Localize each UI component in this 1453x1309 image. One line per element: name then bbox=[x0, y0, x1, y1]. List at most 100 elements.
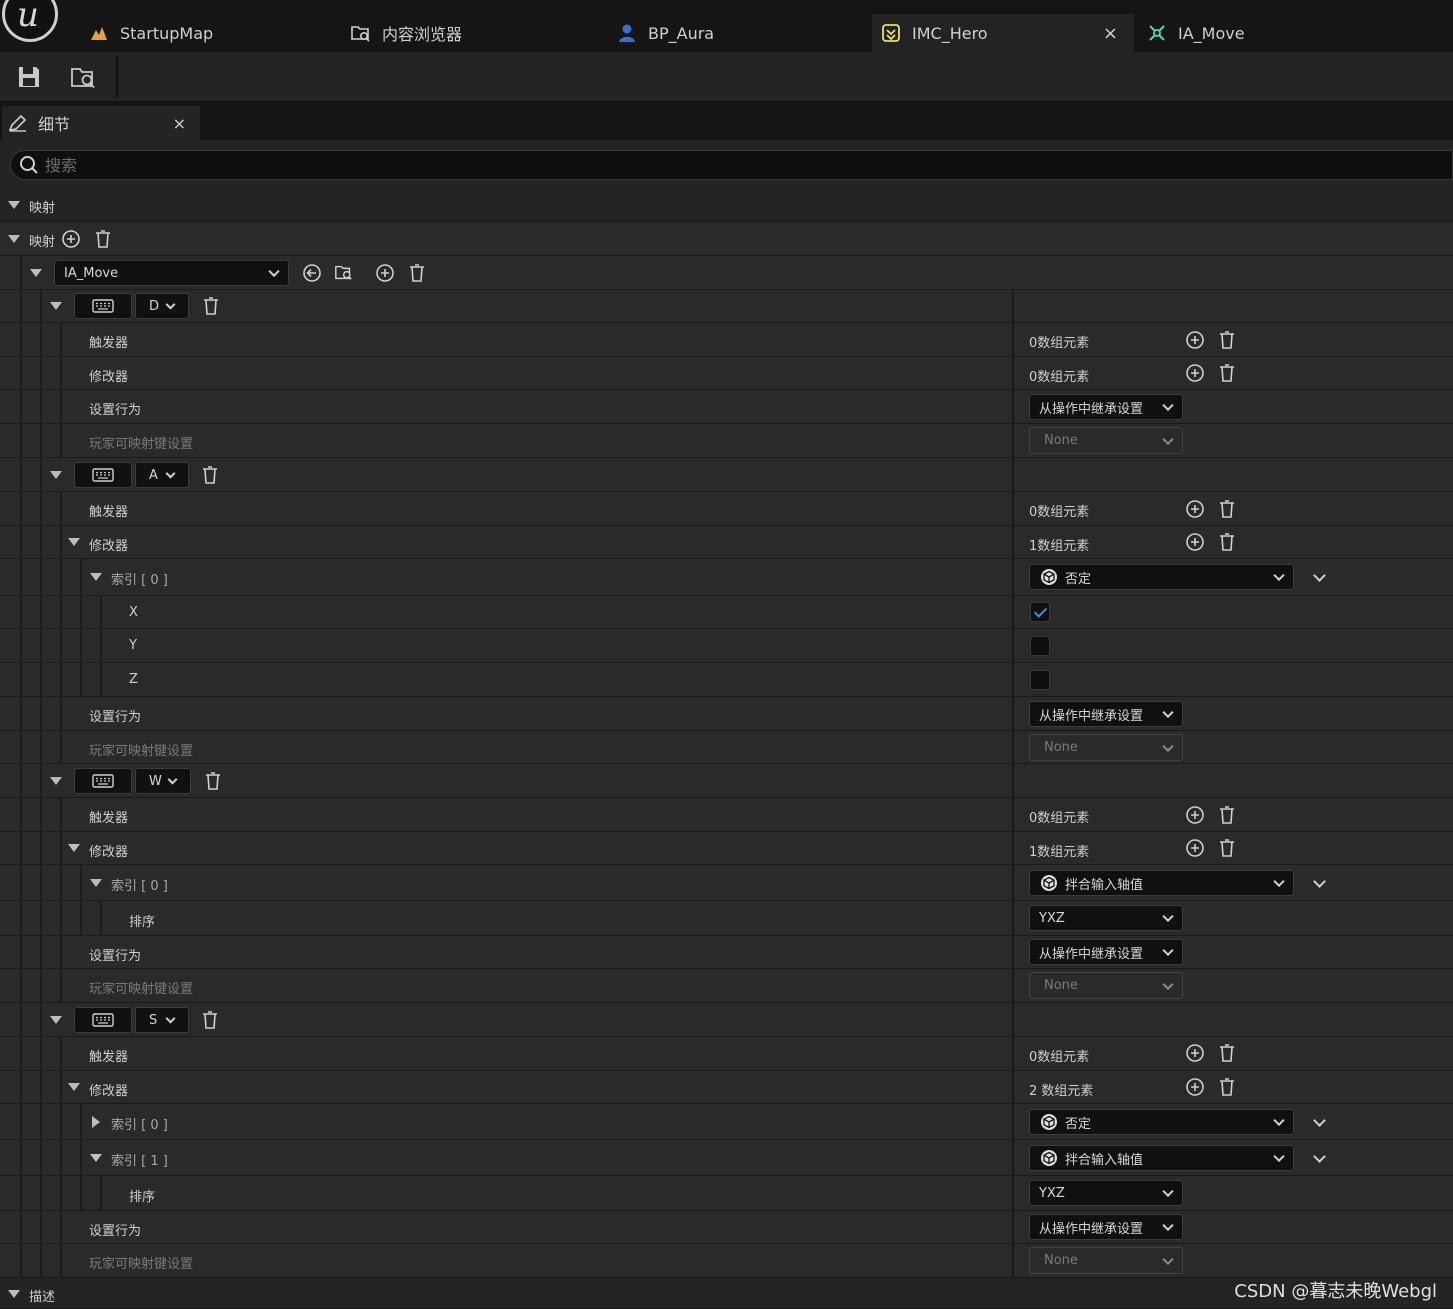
close-panel-icon[interactable]: × bbox=[173, 114, 186, 133]
order-dropdown[interactable]: YXZ bbox=[1029, 905, 1183, 931]
add-element-icon[interactable] bbox=[61, 229, 81, 249]
modifiers-count: 2 数组元素 bbox=[1029, 1084, 1094, 1099]
collapse-arrow-icon[interactable] bbox=[8, 235, 20, 243]
input-action-dropdown[interactable]: IA_Move bbox=[54, 260, 289, 286]
collapse-arrow-icon[interactable] bbox=[68, 844, 80, 852]
delete-all-icon[interactable] bbox=[1217, 1077, 1237, 1097]
search-input[interactable] bbox=[45, 155, 1345, 175]
collapse-arrow-icon[interactable] bbox=[30, 269, 42, 277]
delete-all-icon[interactable] bbox=[93, 229, 113, 249]
collapse-arrow-icon[interactable] bbox=[50, 471, 62, 479]
modifier-index-row: 索引 [ 0 ] 拌合输入轴值 bbox=[0, 865, 1453, 901]
tab-label: BP_Aura bbox=[648, 23, 715, 43]
collapse-arrow-icon[interactable] bbox=[50, 1016, 62, 1024]
mappings-category-header[interactable]: 映射 bbox=[0, 188, 1453, 222]
collapse-arrow-icon[interactable] bbox=[8, 1290, 20, 1298]
delete-action-icon[interactable] bbox=[407, 263, 427, 283]
add-element-icon[interactable] bbox=[1185, 838, 1205, 858]
delete-all-icon[interactable] bbox=[1217, 330, 1237, 350]
close-tab-icon[interactable]: × bbox=[1103, 23, 1118, 44]
key-dropdown[interactable]: S bbox=[135, 1007, 189, 1033]
add-element-icon[interactable] bbox=[1185, 805, 1205, 825]
player-mappable-dropdown: None bbox=[1029, 972, 1183, 999]
add-key-icon[interactable] bbox=[375, 263, 395, 283]
add-element-icon[interactable] bbox=[1185, 1077, 1205, 1097]
axis-x-checkbox[interactable] bbox=[1030, 602, 1050, 622]
modifier-type-dropdown[interactable]: 否定 bbox=[1029, 1109, 1294, 1135]
delete-all-icon[interactable] bbox=[1217, 805, 1237, 825]
delete-all-icon[interactable] bbox=[1217, 532, 1237, 552]
player-mappable-label: 玩家可映射键设置 bbox=[89, 437, 194, 452]
collapse-arrow-icon[interactable] bbox=[8, 201, 20, 209]
tab-startupmap[interactable]: StartupMap bbox=[78, 14, 340, 52]
collapse-arrow-icon[interactable] bbox=[68, 538, 80, 546]
tab-imc-hero[interactable]: IMC_Hero × bbox=[872, 14, 1134, 52]
save-icon[interactable] bbox=[16, 64, 42, 90]
add-element-icon[interactable] bbox=[1185, 1043, 1205, 1063]
expand-options-icon[interactable] bbox=[1313, 569, 1326, 582]
key-mapping-row: S bbox=[0, 1003, 1453, 1037]
keyboard-key-selector[interactable] bbox=[74, 293, 132, 319]
axis-z-checkbox[interactable] bbox=[1030, 670, 1050, 690]
tab-label: StartupMap bbox=[120, 23, 214, 43]
collapse-arrow-icon[interactable] bbox=[68, 1083, 80, 1091]
axis-y-checkbox[interactable] bbox=[1030, 636, 1050, 656]
add-element-icon[interactable] bbox=[1185, 532, 1205, 552]
details-panel-tab[interactable]: 细节 × bbox=[2, 106, 200, 140]
delete-all-icon[interactable] bbox=[1217, 838, 1237, 858]
player-mappable-dropdown: None bbox=[1029, 427, 1183, 454]
key-dropdown[interactable]: A bbox=[135, 462, 189, 488]
browse-asset-icon[interactable] bbox=[334, 262, 354, 282]
delete-mapping-icon[interactable] bbox=[200, 465, 220, 485]
collapse-arrow-icon[interactable] bbox=[90, 573, 102, 581]
expand-options-icon[interactable] bbox=[1313, 1114, 1326, 1127]
expand-arrow-icon[interactable] bbox=[92, 1116, 100, 1128]
expand-options-icon[interactable] bbox=[1313, 1150, 1326, 1163]
settings-behavior-dropdown[interactable]: 从操作中继承设置 bbox=[1029, 701, 1183, 727]
browse-content-icon[interactable] bbox=[70, 64, 96, 90]
expand-options-icon[interactable] bbox=[1313, 875, 1326, 888]
keyboard-key-selector[interactable] bbox=[74, 462, 132, 488]
axis-y-label: Y bbox=[129, 638, 137, 653]
collapse-arrow-icon[interactable] bbox=[50, 777, 62, 785]
dropdown-value: 拌合输入轴值 bbox=[1065, 877, 1144, 893]
delete-mapping-icon[interactable] bbox=[203, 771, 223, 791]
add-element-icon[interactable] bbox=[1185, 499, 1205, 519]
key-dropdown[interactable]: D bbox=[135, 293, 189, 319]
collapse-arrow-icon[interactable] bbox=[90, 1154, 102, 1162]
action-mapping-row: IA_Move bbox=[0, 256, 1453, 290]
delete-mapping-icon[interactable] bbox=[200, 1010, 220, 1030]
settings-behavior-dropdown[interactable]: 从操作中继承设置 bbox=[1029, 939, 1183, 965]
add-element-icon[interactable] bbox=[1185, 330, 1205, 350]
search-row bbox=[0, 140, 1453, 188]
modifier-type-dropdown[interactable]: 拌合输入轴值 bbox=[1029, 870, 1294, 896]
key-dropdown[interactable]: W bbox=[135, 768, 191, 794]
tab-ia-move[interactable]: IA_Move bbox=[1136, 14, 1416, 52]
blueprint-icon bbox=[616, 22, 638, 44]
settings-behavior-dropdown[interactable]: 从操作中继承设置 bbox=[1029, 1214, 1183, 1240]
input-mapping-context-icon bbox=[880, 22, 902, 44]
dropdown-value: 从操作中继承设置 bbox=[1039, 708, 1144, 724]
modifier-type-dropdown[interactable]: 拌合输入轴值 bbox=[1029, 1145, 1294, 1171]
collapse-arrow-icon[interactable] bbox=[90, 879, 102, 887]
settings-behavior-dropdown[interactable]: 从操作中继承设置 bbox=[1029, 394, 1183, 420]
player-mappable-label: 玩家可映射键设置 bbox=[89, 744, 194, 759]
order-dropdown[interactable]: YXZ bbox=[1029, 1180, 1183, 1206]
delete-all-icon[interactable] bbox=[1217, 499, 1237, 519]
tab-content-browser[interactable]: 内容浏览器 bbox=[340, 14, 606, 52]
keyboard-key-selector[interactable] bbox=[74, 1007, 132, 1033]
keyboard-key-selector[interactable] bbox=[74, 768, 132, 794]
modifier-type-dropdown[interactable]: 否定 bbox=[1029, 564, 1294, 590]
use-selected-asset-icon[interactable] bbox=[302, 263, 322, 283]
order-row: 排序 YXZ bbox=[0, 1176, 1453, 1211]
delete-all-icon[interactable] bbox=[1217, 1043, 1237, 1063]
tab-bp-aura[interactable]: BP_Aura bbox=[606, 14, 872, 52]
category-title: 映射 bbox=[29, 201, 56, 216]
modifiers-count: 1数组元素 bbox=[1029, 845, 1090, 860]
add-element-icon[interactable] bbox=[1185, 363, 1205, 383]
dropdown-value: YXZ bbox=[1039, 910, 1065, 926]
delete-mapping-icon[interactable] bbox=[201, 296, 221, 316]
unreal-logo-icon[interactable]: u bbox=[2, 0, 58, 42]
delete-all-icon[interactable] bbox=[1217, 363, 1237, 383]
collapse-arrow-icon[interactable] bbox=[50, 302, 62, 310]
